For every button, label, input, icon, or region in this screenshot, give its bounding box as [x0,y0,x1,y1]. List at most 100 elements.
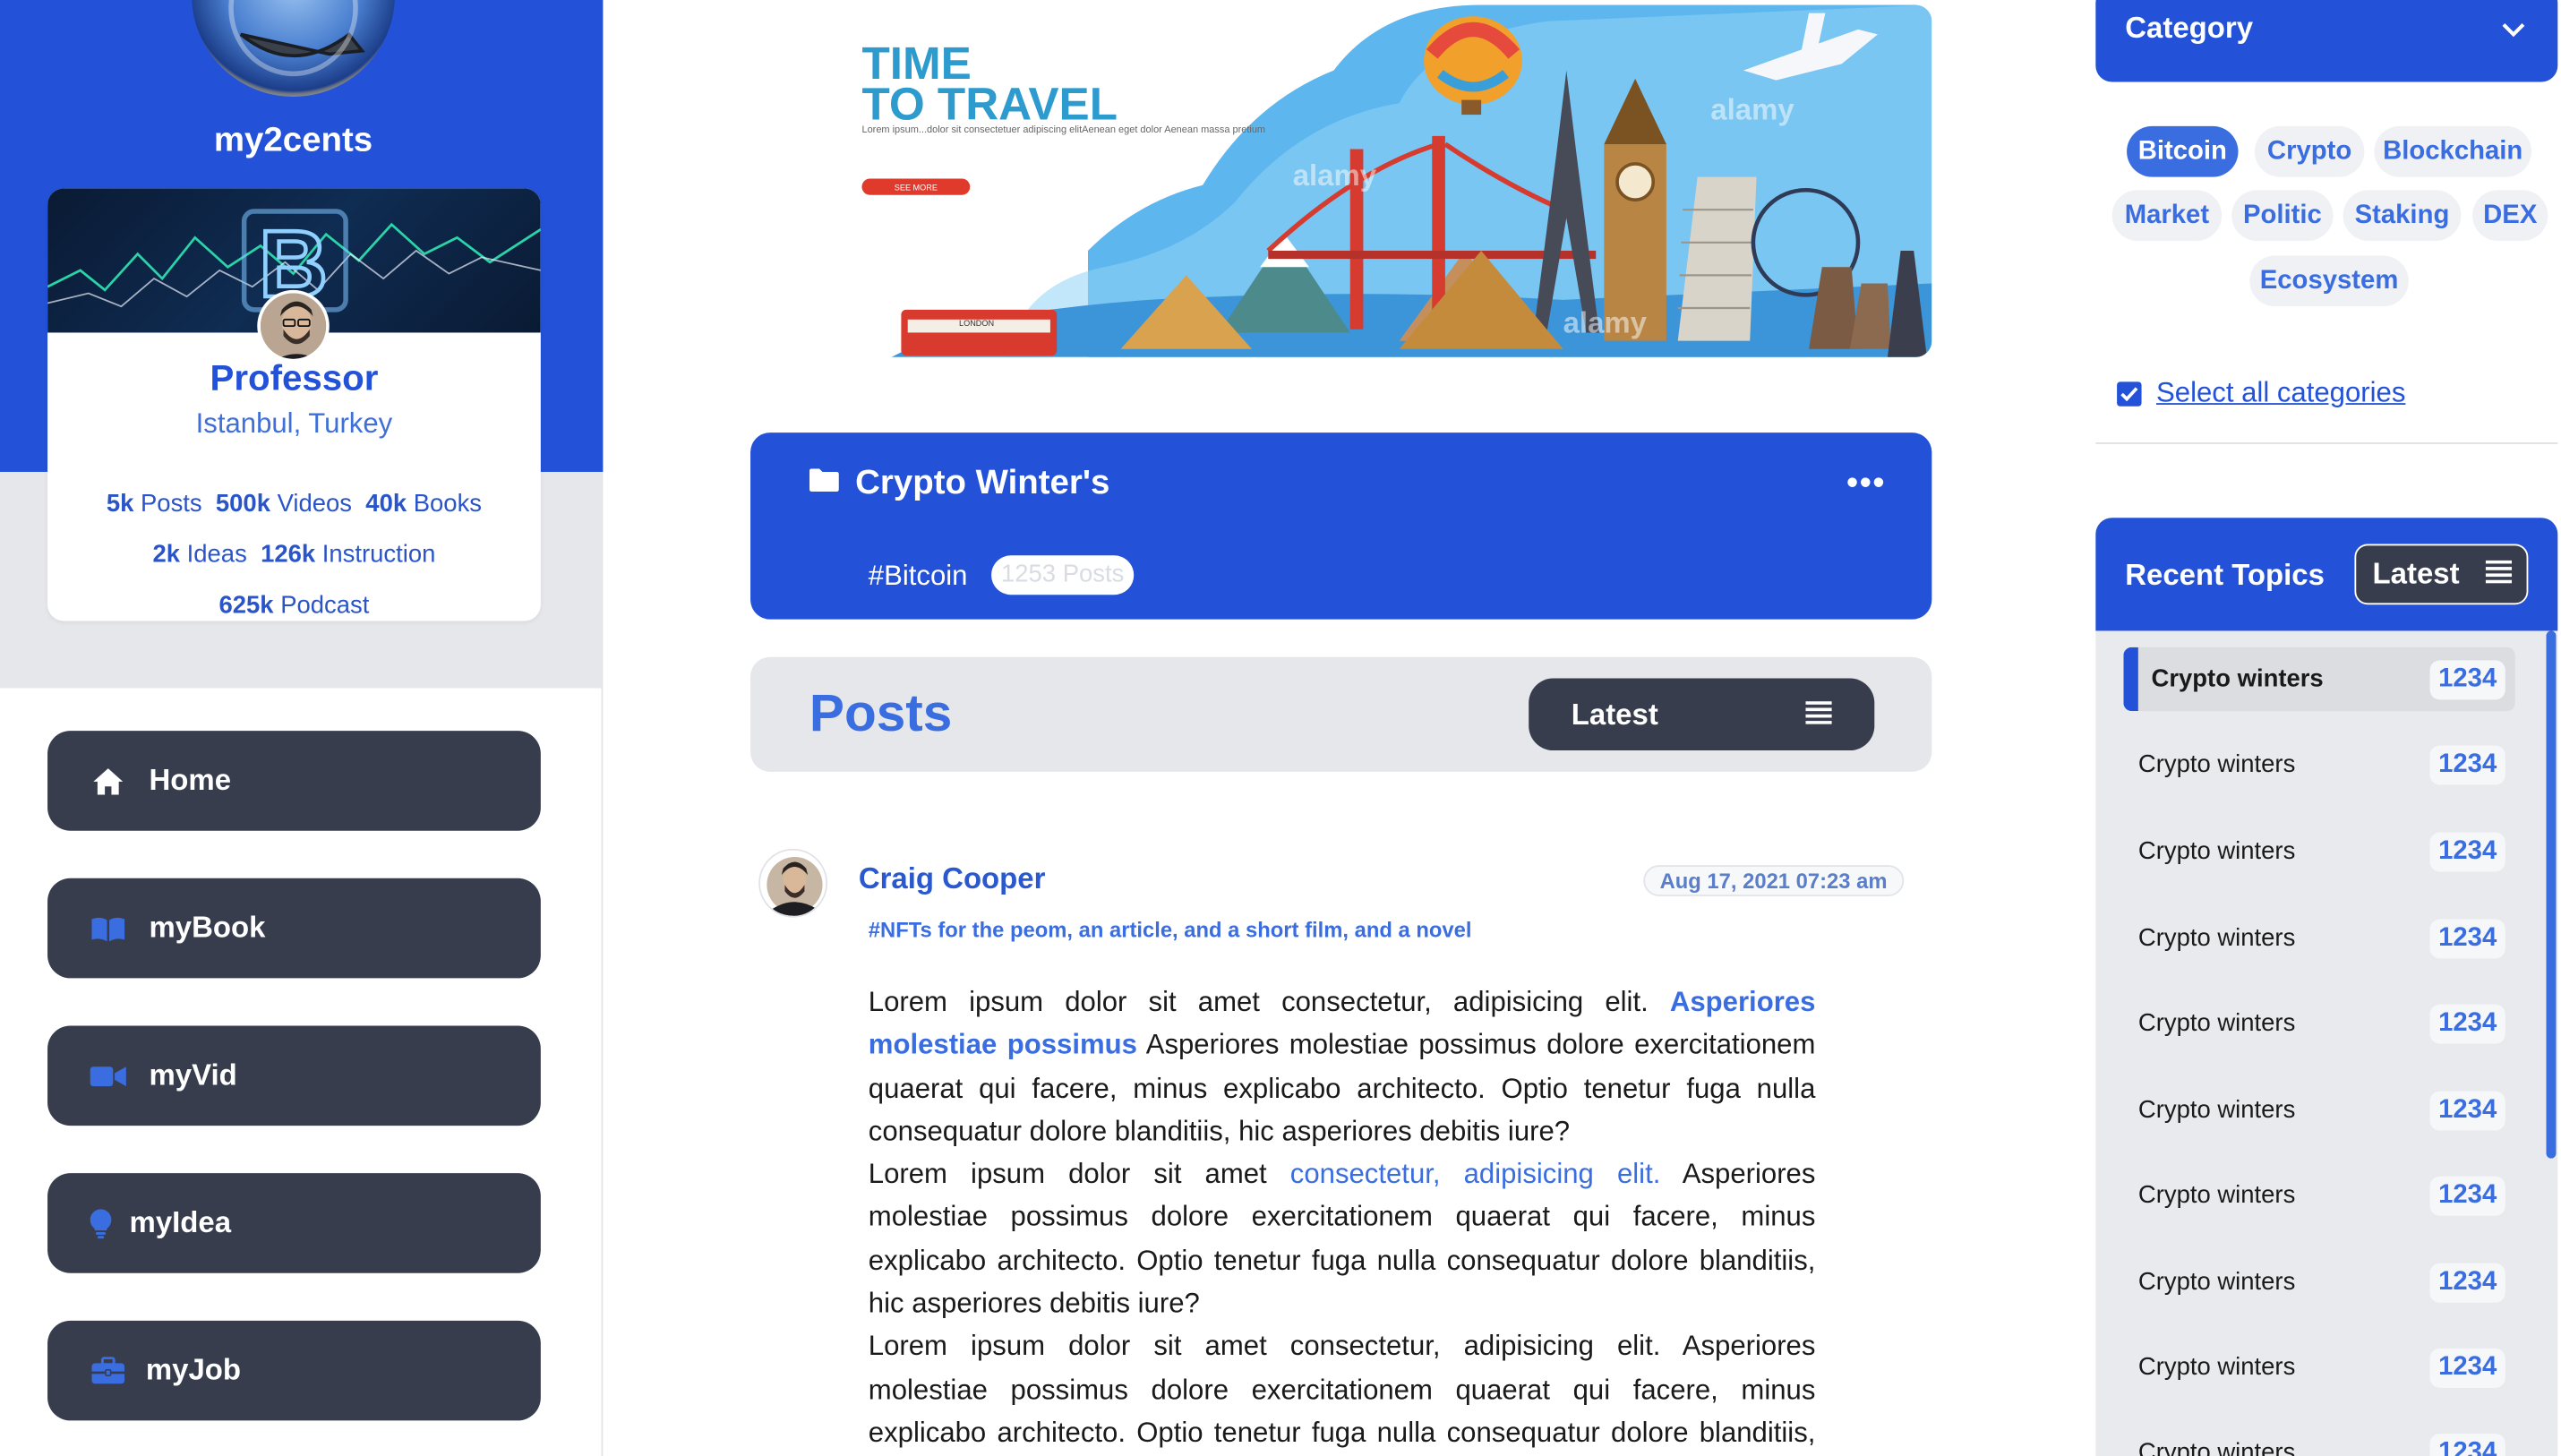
recent-topics-scrollbar[interactable] [2546,630,2557,1159]
banner-watermark: alamy [1563,305,1648,338]
recent-topic-item[interactable]: Crypto winters 1234 [2123,1250,2514,1314]
recent-topic-item[interactable]: Crypto winters 1234 [2123,819,2514,883]
topic-name: Crypto winters [2137,1096,2296,1125]
divider [2095,442,2558,444]
topic-name: Crypto winters [2137,750,2296,779]
profile-card: B Professor Istanbul, Turkey 5k Posts 50… [47,188,541,621]
topic-name: Crypto winters [2137,1268,2296,1297]
recent-sort-label: Latest [2372,557,2460,590]
post-link[interactable]: consectetur, adipisicing elit. [1290,1159,1661,1190]
topic-count: 1234 [2429,659,2505,699]
nav-myvid-button[interactable]: myVid [47,1025,541,1126]
chevron-down-icon [2502,16,2525,46]
recent-topic-item[interactable]: Crypto winters 1234 [2123,1420,2514,1456]
stat-value: 500k [215,490,270,518]
recent-topic-item[interactable]: Crypto winters 1234 [2123,906,2514,970]
posts-header: Posts Latest [750,656,1932,772]
nav-myidea-button[interactable]: myIdea [47,1173,541,1273]
banner-body: Lorem ipsum...dolor sit consectetuer adi… [861,124,1265,135]
video-icon [89,1064,128,1087]
stat-value: 126k [261,540,316,569]
topic-count: 1234 [2429,1262,2505,1302]
brand-name[interactable]: my2cents [0,121,587,160]
briefcase-icon [89,1357,128,1384]
ad-banner[interactable]: LONDON TIME TO TRAVEL Lorem ipsum...dolo… [858,4,1932,357]
stats-row: 625k Podcast [47,580,541,621]
book-icon [89,915,128,941]
recent-topic-item[interactable]: Crypto winters 1234 [2123,1335,2514,1399]
topic-name: Crypto winters [2137,1353,2296,1382]
stat-label: Videos [277,490,353,518]
brand-logo[interactable] [192,0,395,97]
nav-label: myJob [145,1353,242,1387]
recent-topics-header: Recent Topics Latest [2095,518,2558,631]
post-text: Lorem ipsum dolor sit amet consectetur, … [868,1331,1816,1449]
banner-watermark: alamy [1710,93,1794,126]
category-chip-crypto[interactable]: Crypto [2254,125,2365,177]
group-menu-button[interactable]: ••• [1846,466,1886,503]
category-chip-staking[interactable]: Staking [2343,190,2462,241]
lightbulb-icon [89,1208,112,1238]
recent-topic-item[interactable]: Crypto winters 1234 [2123,1078,2514,1142]
select-all-link[interactable]: Select all categories [2156,377,2405,410]
profile-avatar[interactable] [257,289,330,363]
topic-count: 1234 [2429,1090,2505,1130]
nav-mybook-button[interactable]: myBook [47,878,541,979]
topic-name: Crypto winters [2137,1009,2296,1038]
post-body: Lorem ipsum dolor sit amet consectetur, … [869,981,1816,1456]
topic-count: 1234 [2429,1348,2505,1387]
category-chip-ecosystem[interactable]: Ecosystem [2249,255,2409,307]
posts-sort-dropdown[interactable]: Latest [1529,678,1875,751]
post-hashtag[interactable]: #NFTs for the peom, an article, and a sh… [869,918,1472,942]
recent-sort-dropdown[interactable]: Latest [2354,544,2529,605]
category-chip-politic[interactable]: Politic [2231,190,2334,241]
select-all-categories[interactable]: Select all categories [2117,377,2405,410]
post-author-name[interactable]: Craig Cooper [859,861,1046,895]
banner-watermark: alamy [1293,158,1377,192]
nav-myjob-button[interactable]: myJob [47,1320,541,1421]
group-tag[interactable]: #Bitcoin [869,561,968,594]
select-all-checkbox[interactable] [2117,381,2142,406]
category-dropdown[interactable]: Category [2095,0,2558,82]
profile-stats: 5k Posts 500k Videos 40k Books 2k Ideas … [47,478,541,621]
profile-location: Istanbul, Turkey [195,407,393,440]
topic-count: 1234 [2429,744,2505,784]
stat-label: Podcast [280,591,370,620]
recent-topics-title: Recent Topics [2125,558,2325,592]
topic-name: Crypto winters [2151,664,2324,694]
group-post-count: 1253 Posts [991,555,1135,595]
category-title: Category [2125,11,2254,45]
stats-row: 2k Ideas 126k Instruction [47,529,541,580]
stat-label: Instruction [321,540,436,569]
recent-topic-item[interactable]: Crypto winters 1234 [2123,991,2514,1055]
hamburger-icon [2485,557,2513,591]
stats-row: 5k Posts 500k Videos 40k Books [47,478,541,529]
stat-value: 625k [218,591,274,620]
post-text: Lorem ipsum dolor sit amet [868,1159,1290,1190]
folder-icon [809,468,839,500]
profile-name[interactable]: Professor [47,357,541,400]
nav-home-button[interactable]: Home [47,731,541,831]
stat-value: 40k [365,490,407,518]
category-chip-blockchain[interactable]: Blockchain [2374,125,2532,177]
stat-value: 5k [106,490,134,518]
topic-count: 1234 [2429,918,2505,958]
nav-label: myBook [149,911,266,944]
category-chip-dex[interactable]: DEX [2472,190,2548,241]
topic-name: Crypto winters [2137,1438,2296,1456]
topic-count: 1234 [2429,1175,2505,1215]
topic-name: Crypto winters [2137,837,2296,866]
recent-topic-item[interactable]: Crypto winters 1234 [2123,732,2514,796]
group-card[interactable]: Crypto Winter's ••• #Bitcoin 1253 Posts [750,433,1932,620]
recent-topic-item[interactable]: Crypto winters 1234 [2123,1163,2514,1227]
home-icon [89,766,128,795]
category-chip-market[interactable]: Market [2111,190,2223,241]
nav-label: myVid [149,1058,237,1092]
post-text: Lorem ipsum dolor sit amet consectetur, … [868,986,1670,1018]
nav-label: myIdea [129,1205,232,1239]
topic-name: Crypto winters [2137,1181,2296,1210]
recent-topic-item[interactable]: Crypto winters 1234 [2123,647,2515,712]
post-author-avatar[interactable] [758,848,828,918]
category-chip-bitcoin[interactable]: Bitcoin [2127,125,2239,177]
group-title: Crypto Winter's [855,463,1110,501]
